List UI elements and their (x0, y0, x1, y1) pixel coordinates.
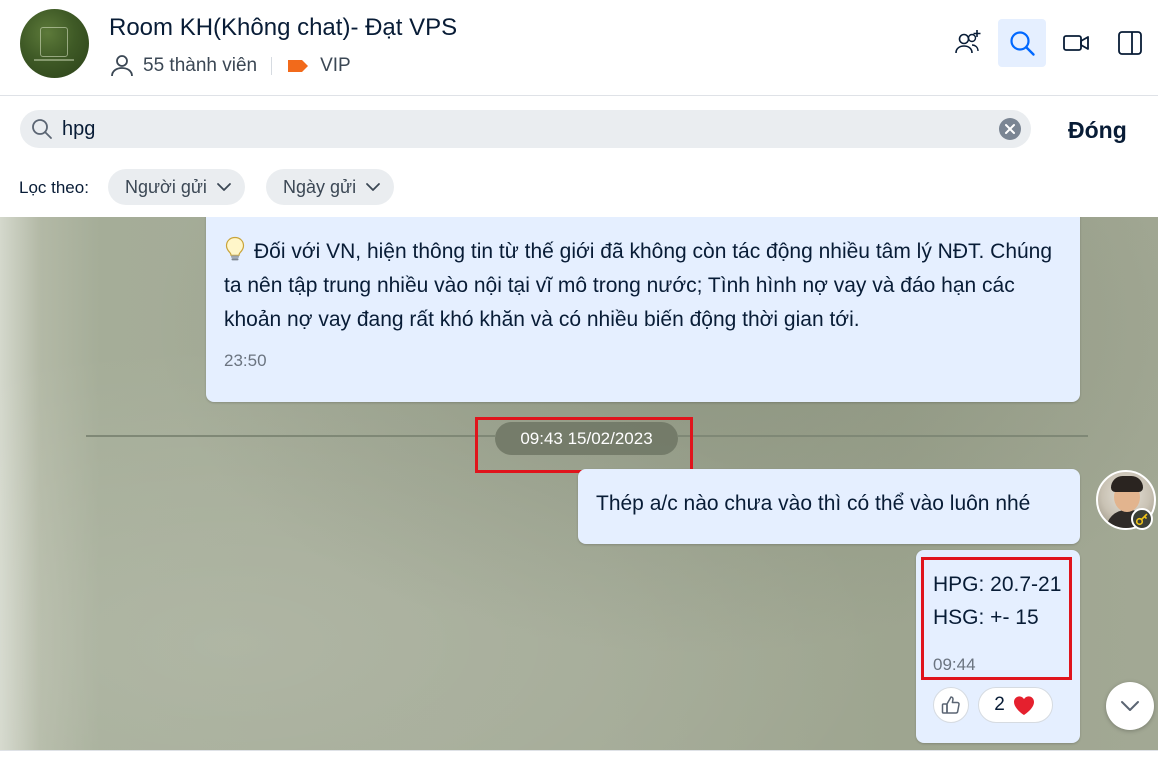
light-bulb-icon (225, 236, 245, 261)
filter-date-dropdown[interactable]: Ngày gửi (266, 169, 395, 205)
group-avatar[interactable] (20, 9, 89, 78)
chat-header: Room KH(Không chat)- Đạt VPS 55 thành vi… (0, 0, 1158, 96)
heart-icon (1013, 696, 1034, 715)
search-input[interactable] (62, 113, 962, 145)
filter-label: Lọc theo: (19, 178, 89, 197)
add-member-icon (955, 30, 981, 54)
member-count[interactable]: 55 thành viên (143, 55, 257, 77)
thumbs-up-icon (941, 696, 960, 714)
search-panel: Đóng Lọc theo: Người gửi Ngày gửi (0, 96, 1158, 217)
filter-sender-label: Người gửi (125, 176, 207, 197)
person-icon (111, 55, 133, 77)
group-label[interactable]: VIP (320, 55, 351, 77)
clear-search-button[interactable] (999, 118, 1021, 140)
like-button[interactable] (933, 687, 969, 723)
search-button[interactable] (998, 19, 1046, 67)
message-bubble[interactable]: Thép a/c nào chưa vào thì có thể vào luô… (578, 469, 1080, 544)
search-icon (1010, 31, 1035, 56)
group-title[interactable]: Room KH(Không chat)- Đạt VPS (109, 14, 457, 42)
message-bubble[interactable]: Đối với VN, hiện thông tin từ thế giới đ… (206, 217, 1080, 402)
chevron-down-icon (217, 183, 231, 191)
toggle-panel-button[interactable] (1106, 19, 1154, 67)
video-call-button[interactable] (1052, 19, 1100, 67)
video-call-icon (1063, 35, 1089, 51)
search-box[interactable] (20, 110, 1031, 148)
highlight-box (475, 417, 693, 473)
label-tag-icon (288, 60, 309, 72)
meta-divider (271, 57, 273, 75)
group-meta: 55 thành viên VIP (109, 53, 351, 79)
reaction-count: 2 (994, 694, 1005, 715)
message-text: Đối với VN, hiện thông tin từ thế giới đ… (224, 235, 1069, 337)
chevron-down-icon (366, 183, 380, 191)
search-icon (32, 119, 52, 139)
toggle-panel-icon (1118, 31, 1142, 55)
composer-edge (0, 750, 1158, 757)
close-search-button[interactable]: Đóng (1068, 117, 1127, 144)
reaction-summary[interactable]: 2 (978, 687, 1053, 723)
message-text: Thép a/c nào chưa vào thì có thể vào luô… (596, 492, 1031, 515)
filter-date-label: Ngày gửi (283, 176, 357, 197)
add-member-button[interactable] (944, 19, 992, 67)
message-body: Đối với VN, hiện thông tin từ thế giới đ… (224, 240, 1053, 331)
highlight-box (921, 557, 1072, 680)
date-divider-line (86, 435, 495, 437)
scroll-to-bottom-button[interactable] (1106, 682, 1154, 730)
message-list[interactable]: Đối với VN, hiện thông tin từ thế giới đ… (0, 217, 1158, 750)
message-time: 23:50 (224, 351, 267, 370)
chevron-down-icon (1121, 701, 1139, 711)
filter-sender-dropdown[interactable]: Người gửi (108, 169, 245, 205)
key-badge-icon (1131, 508, 1153, 530)
close-icon (1005, 124, 1015, 134)
date-divider-line (678, 435, 1088, 437)
